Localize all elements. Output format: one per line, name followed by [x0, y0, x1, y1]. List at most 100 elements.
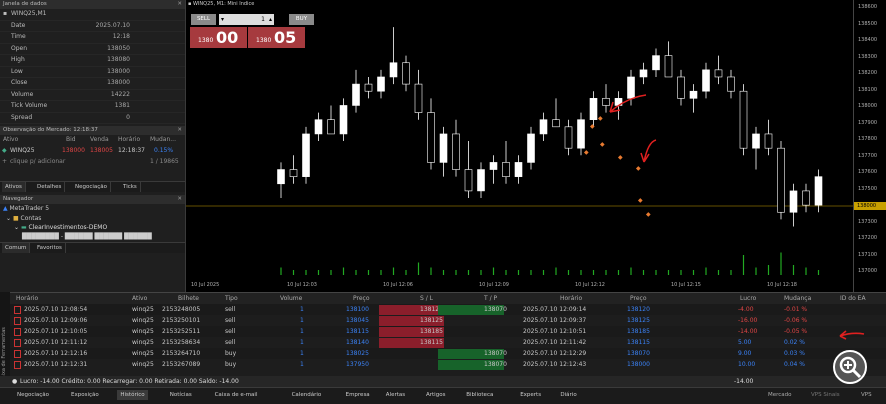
trade-marker: ◆ — [600, 141, 605, 148]
data-window-rows: Date 2025.07.10 Time 12:18 Open 138050 High 138… — [0, 21, 185, 124]
cell-price2: 138115 — [627, 339, 650, 346]
tab-5[interactable]: Calendário — [289, 390, 325, 400]
th-price[interactable]: Preço — [353, 293, 370, 304]
trade-marker: ◆ — [646, 211, 651, 218]
price-axis[interactable]: 138600 138500 138400 138300 138200 138100 1380… — [853, 0, 886, 292]
close-icon[interactable]: ✕ — [177, 0, 182, 9]
table-row[interactable]: 2025.07.10 12:12:16 winq25 2153264710 buy 1 1… — [0, 348, 886, 359]
tab-6[interactable]: Empresa — [343, 390, 373, 400]
sell-button[interactable]: SELL — [191, 14, 216, 25]
lot-decrease-icon[interactable]: ▾ — [221, 14, 224, 25]
cell-time2: 2025.07.10 12:09:37 — [523, 317, 587, 324]
tab-4[interactable]: Caixa de e-mail — [212, 390, 261, 400]
table-row[interactable]: 2025.07.10 12:09:06 winq25 2153250101 sell 1… — [0, 315, 886, 326]
cell-symbol: winq25 — [132, 328, 154, 335]
th-ticket[interactable]: Bilhete — [178, 293, 199, 304]
data-window-row: Open 138050 — [0, 44, 185, 55]
sell-price-box[interactable]: 1380 00 — [190, 27, 247, 48]
mw-bid: 138000 — [62, 147, 85, 154]
tab-3[interactable]: Notícias — [167, 390, 195, 400]
th-change[interactable]: Mudança — [784, 293, 811, 304]
time-tick: 10 Jul 12:12 — [575, 282, 605, 288]
status-vps[interactable]: VPS — [858, 390, 875, 400]
history-table: Horário Ativo Bilhete Tipo Volume Preço … — [0, 292, 886, 388]
cell-time: 2025.07.10 12:10:05 — [24, 328, 88, 335]
candle-body — [389, 62, 398, 78]
trade-marker: ◆ — [590, 123, 595, 130]
status-market[interactable]: Mercado — [765, 390, 795, 400]
candle-body — [727, 76, 735, 92]
tab-11[interactable]: Diário — [557, 390, 579, 400]
table-row[interactable]: 2025.07.10 12:11:12 winq25 2153258634 sell 1… — [0, 337, 886, 348]
th-symbol[interactable]: Ativo — [132, 293, 147, 304]
tab-detalhes[interactable]: Detalhes — [34, 182, 66, 192]
th-volume[interactable]: Volume — [280, 293, 302, 304]
nav-item-broker[interactable]: ⌄ ▬ ClearInvestimentos-DEMO — [14, 224, 107, 231]
tab-7[interactable]: Alertas — [383, 390, 408, 400]
th-profit[interactable]: Lucro — [740, 293, 756, 304]
tab-negociacao[interactable]: Negociação — [72, 182, 112, 192]
status-signals[interactable]: VPS Sinais — [808, 390, 843, 400]
mw-header-change[interactable]: Mudan... — [150, 135, 176, 145]
nav-item-account[interactable]: ████████ - ██████ ██████ ██████ — [22, 233, 152, 240]
lot-increase-icon[interactable]: ▴ — [269, 14, 272, 25]
mw-row[interactable]: ◆ WINQ25 138000 138005 12:18:37 0.15% — [0, 145, 185, 156]
mw-header-time[interactable]: Horário — [118, 135, 140, 145]
nav-item-mt5[interactable]: ▲ MetaTrader 5 — [3, 205, 49, 212]
mw-header-ask[interactable]: Venda — [90, 135, 109, 145]
price-tick: 138500 — [858, 20, 878, 27]
buy-price-box[interactable]: 1380 05 — [248, 27, 305, 48]
tab-10[interactable]: Experts — [517, 390, 544, 400]
candle-body — [327, 119, 335, 135]
tab-comum[interactable]: Comum — [2, 243, 31, 253]
data-window-row: Date 2025.07.10 — [0, 21, 185, 32]
tab-9[interactable]: Biblioteca — [463, 390, 496, 400]
th-time2[interactable]: Horário — [560, 293, 582, 304]
buy-button[interactable]: BUY — [289, 14, 314, 25]
mw-add-row[interactable]: + clique p/ adicionar 1 / 19865 — [0, 156, 185, 167]
tab-1[interactable]: Exposição — [68, 390, 102, 400]
th-sl[interactable]: S / L — [420, 293, 433, 304]
table-body: 2025.07.10 12:08:54 winq25 2153248005 sell 1… — [0, 304, 886, 370]
tab-ticks[interactable]: Ticks — [120, 182, 141, 192]
cell-profit: -14.00 — [738, 328, 758, 335]
time-tick: 10 Jul 12:15 — [671, 282, 701, 288]
buy-price-big: 05 — [274, 28, 297, 47]
cell-change: -0.05 % — [784, 328, 808, 335]
tab-favoritos[interactable]: Favoritos — [34, 243, 66, 253]
th-price2[interactable]: Preço — [630, 293, 647, 304]
mw-header-symbol[interactable]: Ativo — [3, 135, 18, 145]
tab-ativos[interactable]: Ativos — [2, 182, 26, 192]
nav-item-accounts[interactable]: ⌄ ■ Contas — [6, 215, 41, 222]
tab-8[interactable]: Artigos — [423, 390, 448, 400]
cell-time: 2025.07.10 12:11:12 — [24, 339, 88, 346]
th-time[interactable]: Horário — [16, 293, 38, 304]
zoom-in-icon[interactable] — [833, 350, 867, 384]
price-chart[interactable]: ◆ ◆ ◆ ◆ ◆ ◆ ◆ ◆ ▪ WINQ25, M1: Mini Indice SELL … — [186, 0, 853, 292]
tab-2[interactable]: Histórico — [117, 390, 148, 400]
price-tick: 137000 — [858, 268, 878, 274]
close-icon[interactable]: ✕ — [177, 195, 182, 204]
dw-value: 0 — [126, 113, 130, 121]
price-tick: 138100 — [858, 86, 878, 93]
table-row[interactable]: 2025.07.10 12:12:31 winq25 2153267089 buy 1 1… — [0, 359, 886, 370]
lot-input[interactable]: ▾ 1 ▴ — [219, 14, 274, 25]
price-tick: 138400 — [858, 37, 878, 43]
cell-type: sell — [225, 306, 236, 313]
mw-symbol: WINQ25 — [10, 147, 35, 154]
price-tick: 138200 — [858, 70, 878, 76]
cell-price2: 138125 — [627, 317, 650, 324]
toolbox-side-tab[interactable]: Caixa de Ferramentas — [0, 292, 10, 387]
data-window-row: High 138080 — [0, 55, 185, 67]
th-ea-id[interactable]: ID do EA — [840, 293, 866, 304]
mw-header-bid[interactable]: Bid — [66, 135, 76, 145]
table-row[interactable]: 2025.07.10 12:08:54 winq25 2153248005 sell 1… — [0, 304, 886, 315]
toolbox-label: Caixa de Ferramentas — [1, 327, 7, 382]
table-row[interactable]: 2025.07.10 12:10:05 winq25 2153252511 sell 1… — [0, 326, 886, 337]
th-type[interactable]: Tipo — [225, 293, 238, 304]
folder-icon: ■ — [12, 215, 19, 222]
tab-0[interactable]: Negociação — [14, 390, 52, 400]
cell-profit: -16.00 — [738, 317, 758, 324]
close-icon[interactable]: ✕ — [177, 126, 182, 135]
th-tp[interactable]: T / P — [484, 293, 497, 304]
